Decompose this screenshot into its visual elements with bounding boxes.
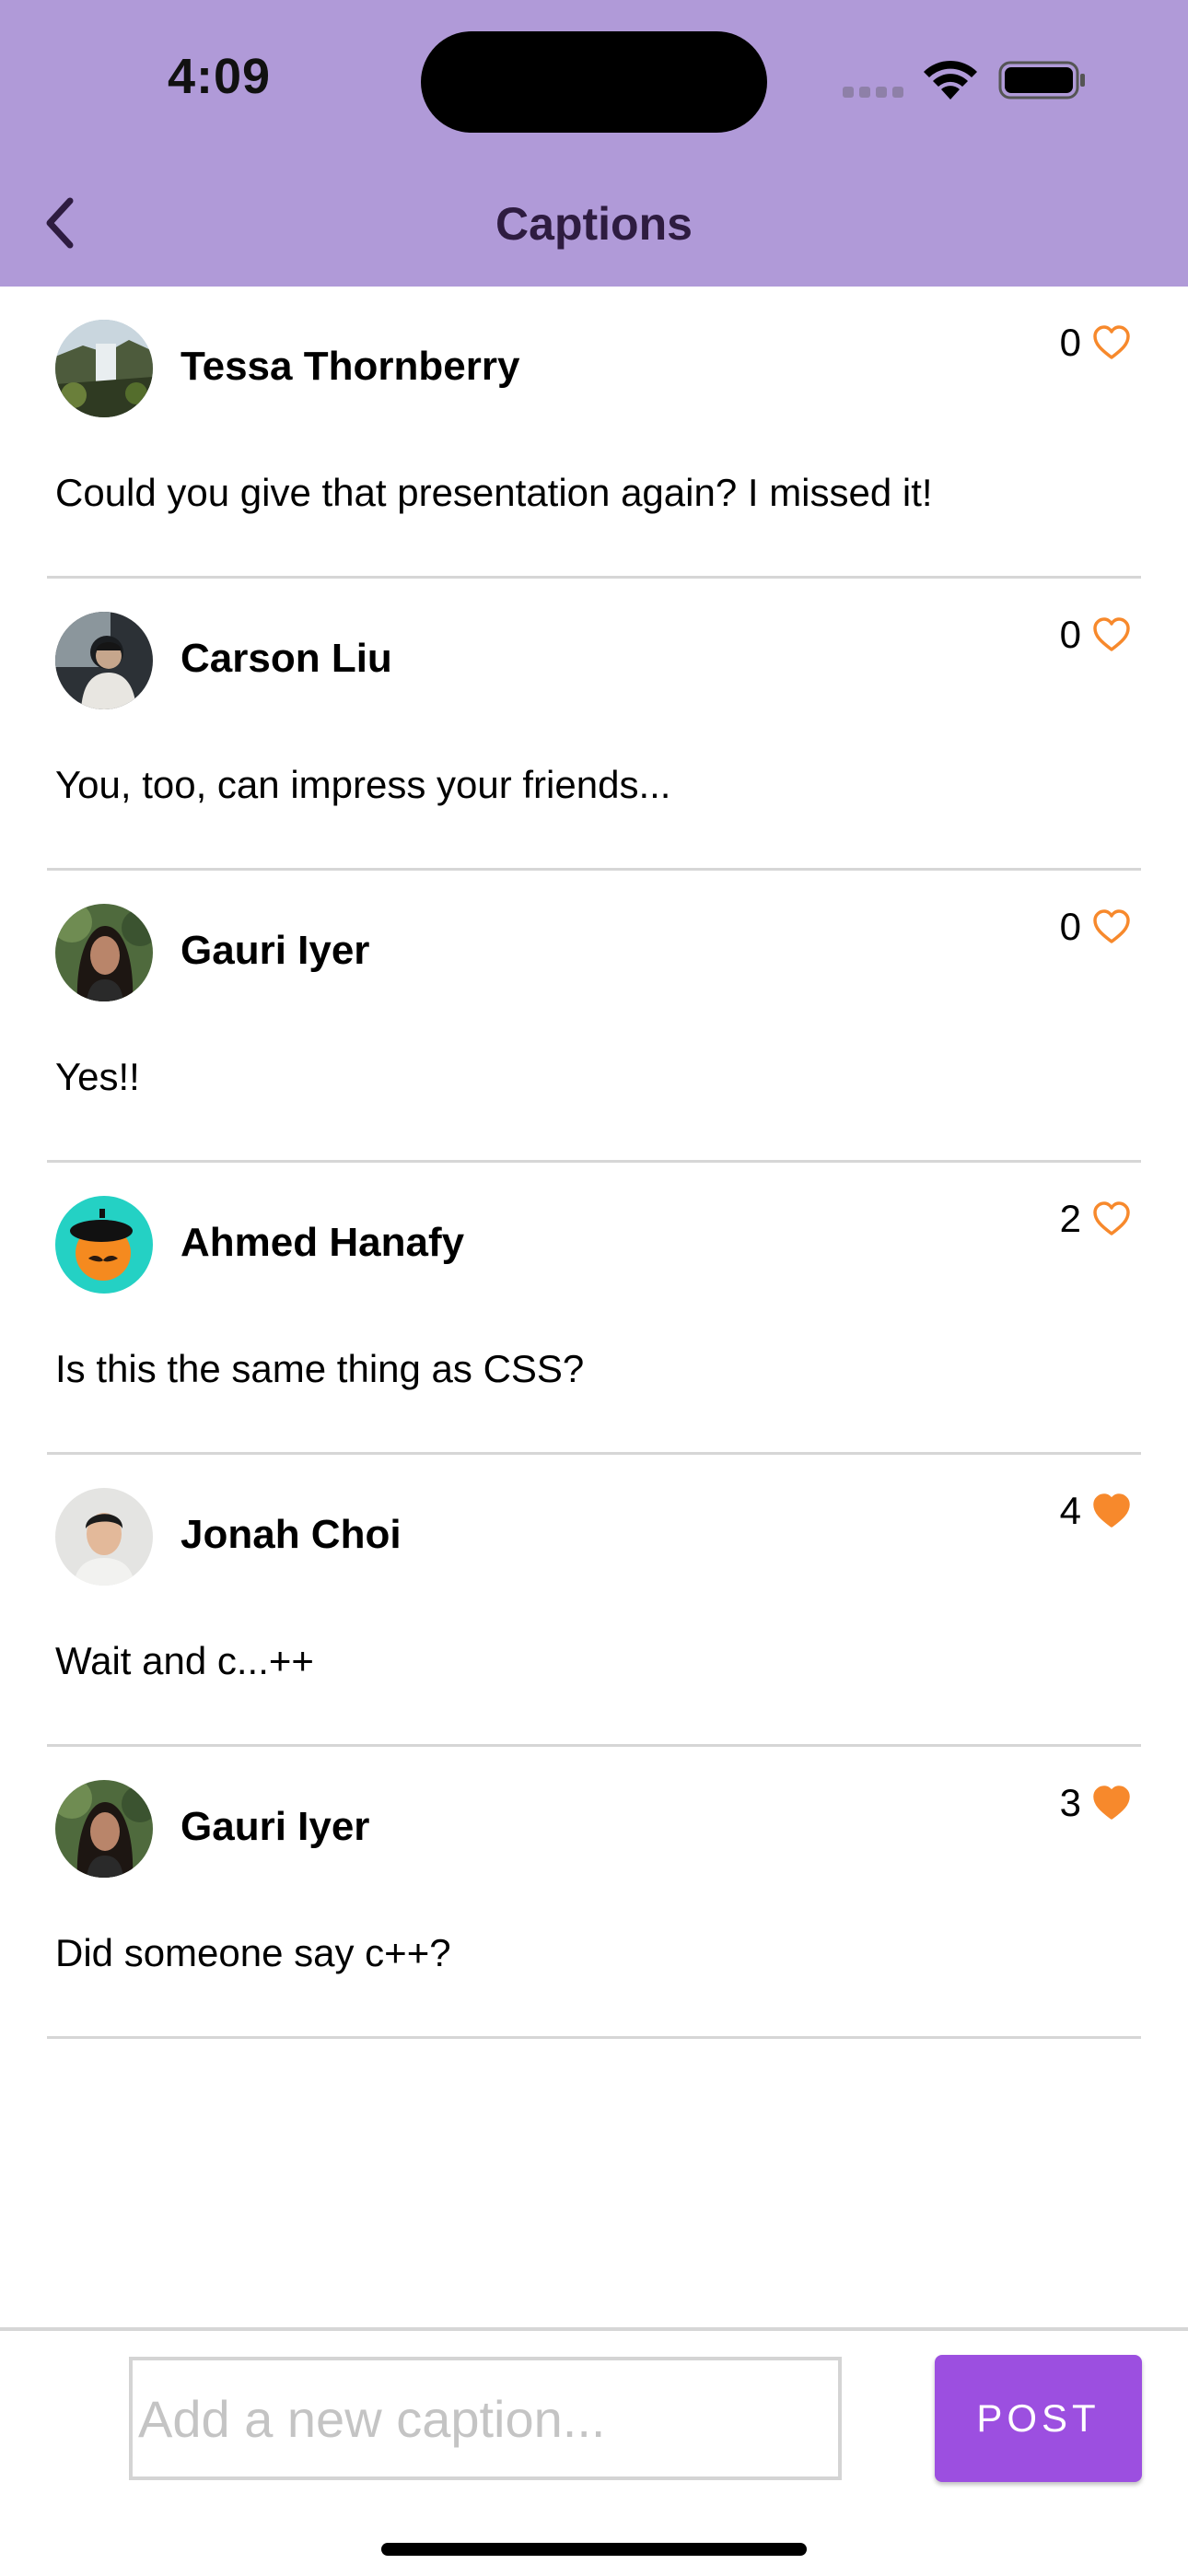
caption-row: Gauri Iyer 0 Yes!! (0, 871, 1188, 1163)
user-name[interactable]: Jonah Choi (181, 1512, 402, 1558)
like-control: 2 (1060, 1196, 1131, 1242)
page-title: Captions (495, 198, 693, 250)
caption-row: Ahmed Hanafy 2 Is this the same thing as… (0, 1163, 1188, 1455)
like-control: 0 (1060, 904, 1131, 950)
home-indicator[interactable] (381, 2543, 807, 2556)
battery-icon (998, 61, 1085, 100)
like-control: 3 (1060, 1780, 1131, 1826)
divider (47, 2036, 1141, 2039)
caption-text: Is this the same thing as CSS? (55, 1347, 585, 1390)
new-caption-input[interactable] (129, 2357, 842, 2480)
status-time: 4:09 (168, 49, 272, 104)
captions-screen: 4:09 Captions Tessa Thornberry 0 Could y… (0, 0, 1188, 2576)
like-count: 0 (1059, 321, 1081, 364)
caption-row: Gauri Iyer 3 Did someone say c++? (0, 1747, 1188, 2039)
caption-text: Wait and c...++ (55, 1639, 314, 1682)
avatar[interactable] (55, 612, 153, 709)
cellular-signal-icon (843, 87, 903, 98)
caption-text: You, too, can impress your friends... (55, 763, 671, 806)
heart-filled-icon[interactable] (1092, 1493, 1131, 1529)
like-count: 3 (1059, 1781, 1081, 1824)
like-control: 0 (1060, 612, 1131, 658)
like-count: 2 (1059, 1197, 1081, 1240)
like-control: 4 (1060, 1488, 1131, 1534)
user-name[interactable]: Tessa Thornberry (181, 344, 519, 390)
divider (0, 2327, 1188, 2331)
avatar[interactable] (55, 1780, 153, 1878)
user-name[interactable]: Ahmed Hanafy (181, 1220, 464, 1266)
avatar[interactable] (55, 320, 153, 417)
like-count: 4 (1059, 1489, 1081, 1532)
heart-filled-icon[interactable] (1092, 1785, 1131, 1821)
navigation-header: 4:09 Captions (0, 0, 1188, 287)
heart-outline-icon[interactable] (1092, 616, 1131, 653)
caption-row: Tessa Thornberry 0 Could you give that p… (0, 287, 1188, 579)
avatar[interactable] (55, 1196, 153, 1294)
user-name[interactable]: Gauri Iyer (181, 928, 369, 974)
user-name[interactable]: Carson Liu (181, 636, 392, 682)
avatar[interactable] (55, 1488, 153, 1586)
like-count: 0 (1059, 613, 1081, 656)
heart-outline-icon[interactable] (1092, 1200, 1131, 1237)
wifi-icon (924, 60, 977, 100)
caption-composer: POST (0, 2327, 1188, 2576)
caption-row: Jonah Choi 4 Wait and c...++ (0, 1455, 1188, 1747)
caption-text: Did someone say c++? (55, 1931, 451, 1974)
like-control: 0 (1060, 320, 1131, 366)
caption-text: Could you give that presentation again? … (55, 471, 933, 514)
caption-list: Tessa Thornberry 0 Could you give that p… (0, 287, 1188, 2039)
avatar[interactable] (55, 904, 153, 1001)
user-name[interactable]: Gauri Iyer (181, 1804, 369, 1850)
caption-row: Carson Liu 0 You, too, can impress your … (0, 579, 1188, 871)
like-count: 0 (1059, 905, 1081, 948)
caption-text: Yes!! (55, 1055, 140, 1098)
dynamic-island (421, 31, 767, 133)
post-button[interactable]: POST (935, 2355, 1142, 2482)
heart-outline-icon[interactable] (1092, 324, 1131, 361)
heart-outline-icon[interactable] (1092, 908, 1131, 945)
